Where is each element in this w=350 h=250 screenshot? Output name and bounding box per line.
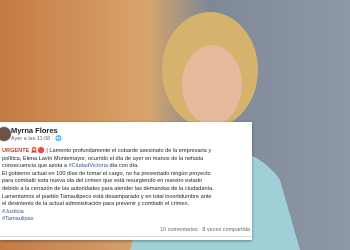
shares-count[interactable]: 8 veces compartida: [202, 227, 250, 233]
facebook-post-card: Myrna Flores Ayer a las 11:08 · 🌐 URGENT…: [0, 122, 252, 240]
post-line-5: para combatir esta nueva ola del crimen …: [2, 178, 202, 185]
post-line-2: política, Elena Lavín Montemayor, ocurri…: [2, 155, 204, 162]
post-author[interactable]: Myrna Flores: [11, 126, 58, 135]
post-line-4: El gobierno actual en 100 días de tomar …: [2, 170, 211, 177]
post-timestamp[interactable]: Ayer a las 11:08 · 🌐: [11, 136, 62, 142]
hashtag-tamaulipas[interactable]: #Tamaulipas: [2, 216, 250, 224]
post-line-6: debido a la cerrazón de las autoridades …: [2, 185, 214, 192]
alert-emoji-icon: 🚨🔴: [30, 148, 45, 154]
post-line-3-post: día con día.: [107, 163, 139, 170]
post-line-7: Lamentamos el pueblo Tamaulipeco está de…: [2, 193, 212, 200]
hashtag-ciudad-victoria[interactable]: #CiudadVictoria: [69, 163, 108, 169]
urgent-label: URGENTE: [2, 148, 30, 154]
footer-divider: [0, 236, 252, 237]
post-line-3-pre: consecuencia que azota a: [2, 163, 69, 170]
post-line-8: el desinterés de la actual administració…: [2, 201, 190, 208]
post-line-1: | Lamento profundamente el cobarde asesi…: [46, 148, 212, 154]
post-text: URGENTE 🚨🔴 | Lamento profundamente el co…: [2, 148, 250, 224]
hashtag-justicia[interactable]: #Justicia: [2, 209, 250, 217]
comments-count[interactable]: 10 comentarios: [160, 227, 198, 233]
post-header: Myrna Flores Ayer a las 11:08 · 🌐: [0, 122, 252, 148]
engagement-counts: 10 comentarios 8 veces compartida: [160, 227, 250, 233]
